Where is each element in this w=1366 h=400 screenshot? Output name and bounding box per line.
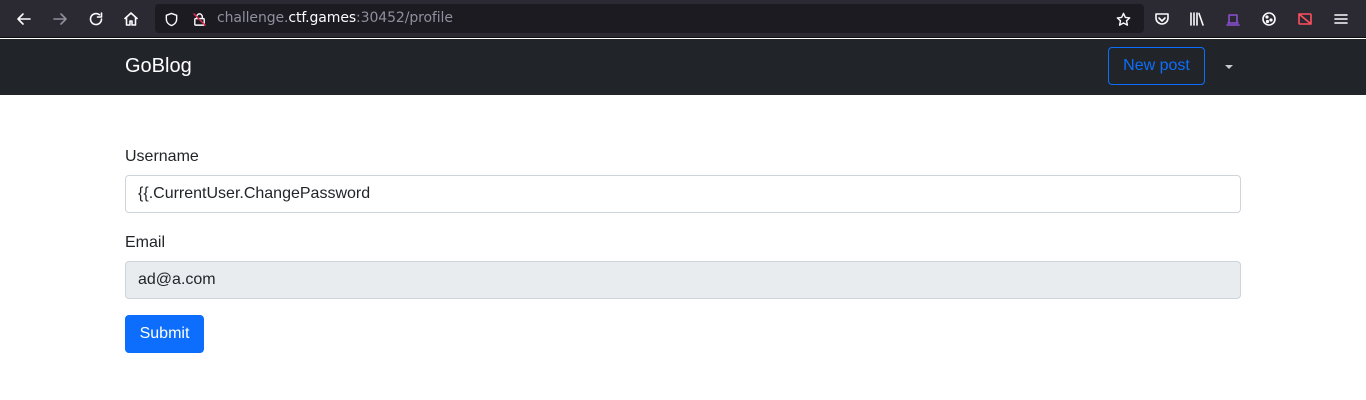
username-input[interactable]: {{.CurrentUser.ChangePassword: [125, 175, 1241, 213]
bookmark-star-icon[interactable]: [1114, 10, 1132, 28]
username-value: {{.CurrentUser.ChangePassword: [138, 185, 371, 202]
new-post-button[interactable]: New post: [1108, 47, 1205, 85]
caret-down-icon: [1225, 65, 1233, 69]
menu-button[interactable]: [1328, 7, 1354, 31]
library-icon: [1190, 12, 1204, 26]
hamburger-menu-icon: [1334, 14, 1348, 24]
app-navbar: GoBlog New post: [0, 39, 1366, 95]
reload-button[interactable]: [83, 7, 109, 31]
arrow-left-icon: [17, 13, 31, 25]
url-path: :30452/profile: [356, 10, 453, 26]
cookie-icon: [1262, 12, 1276, 26]
extension-button[interactable]: [1220, 7, 1246, 31]
library-button[interactable]: [1184, 7, 1210, 31]
back-button[interactable]: [11, 7, 37, 31]
forward-button[interactable]: [47, 7, 73, 31]
submit-button[interactable]: Submit: [125, 315, 204, 353]
home-button[interactable]: [118, 7, 144, 31]
url-prefix: challenge.: [217, 10, 289, 26]
email-value: ad@a.com: [138, 271, 216, 288]
browser-toolbar: challenge.ctf.games:30452/profile: [0, 0, 1366, 38]
blocked-media-icon: [1298, 13, 1312, 25]
media-block-button[interactable]: [1292, 7, 1318, 31]
reload-icon: [89, 12, 103, 26]
pocket-icon: [1155, 13, 1169, 25]
home-icon: [124, 12, 138, 26]
username-label: Username: [125, 148, 199, 165]
shield-icon[interactable]: [162, 10, 180, 28]
extension-hat-icon: [1226, 14, 1240, 26]
pocket-button[interactable]: [1149, 7, 1175, 31]
url-host: ctf.games: [288, 10, 357, 26]
url-text[interactable]: challenge.ctf.games:30452/profile: [217, 10, 453, 26]
email-input[interactable]: ad@a.com: [125, 261, 1241, 299]
address-bar[interactable]: challenge.ctf.games:30452/profile: [155, 4, 1144, 33]
brand-link[interactable]: GoBlog: [125, 55, 192, 78]
user-dropdown-toggle[interactable]: [1222, 61, 1236, 73]
arrow-right-icon: [53, 13, 67, 25]
cookie-button[interactable]: [1256, 7, 1282, 31]
email-label: Email: [125, 234, 166, 251]
insecure-lock-icon[interactable]: [190, 10, 208, 28]
